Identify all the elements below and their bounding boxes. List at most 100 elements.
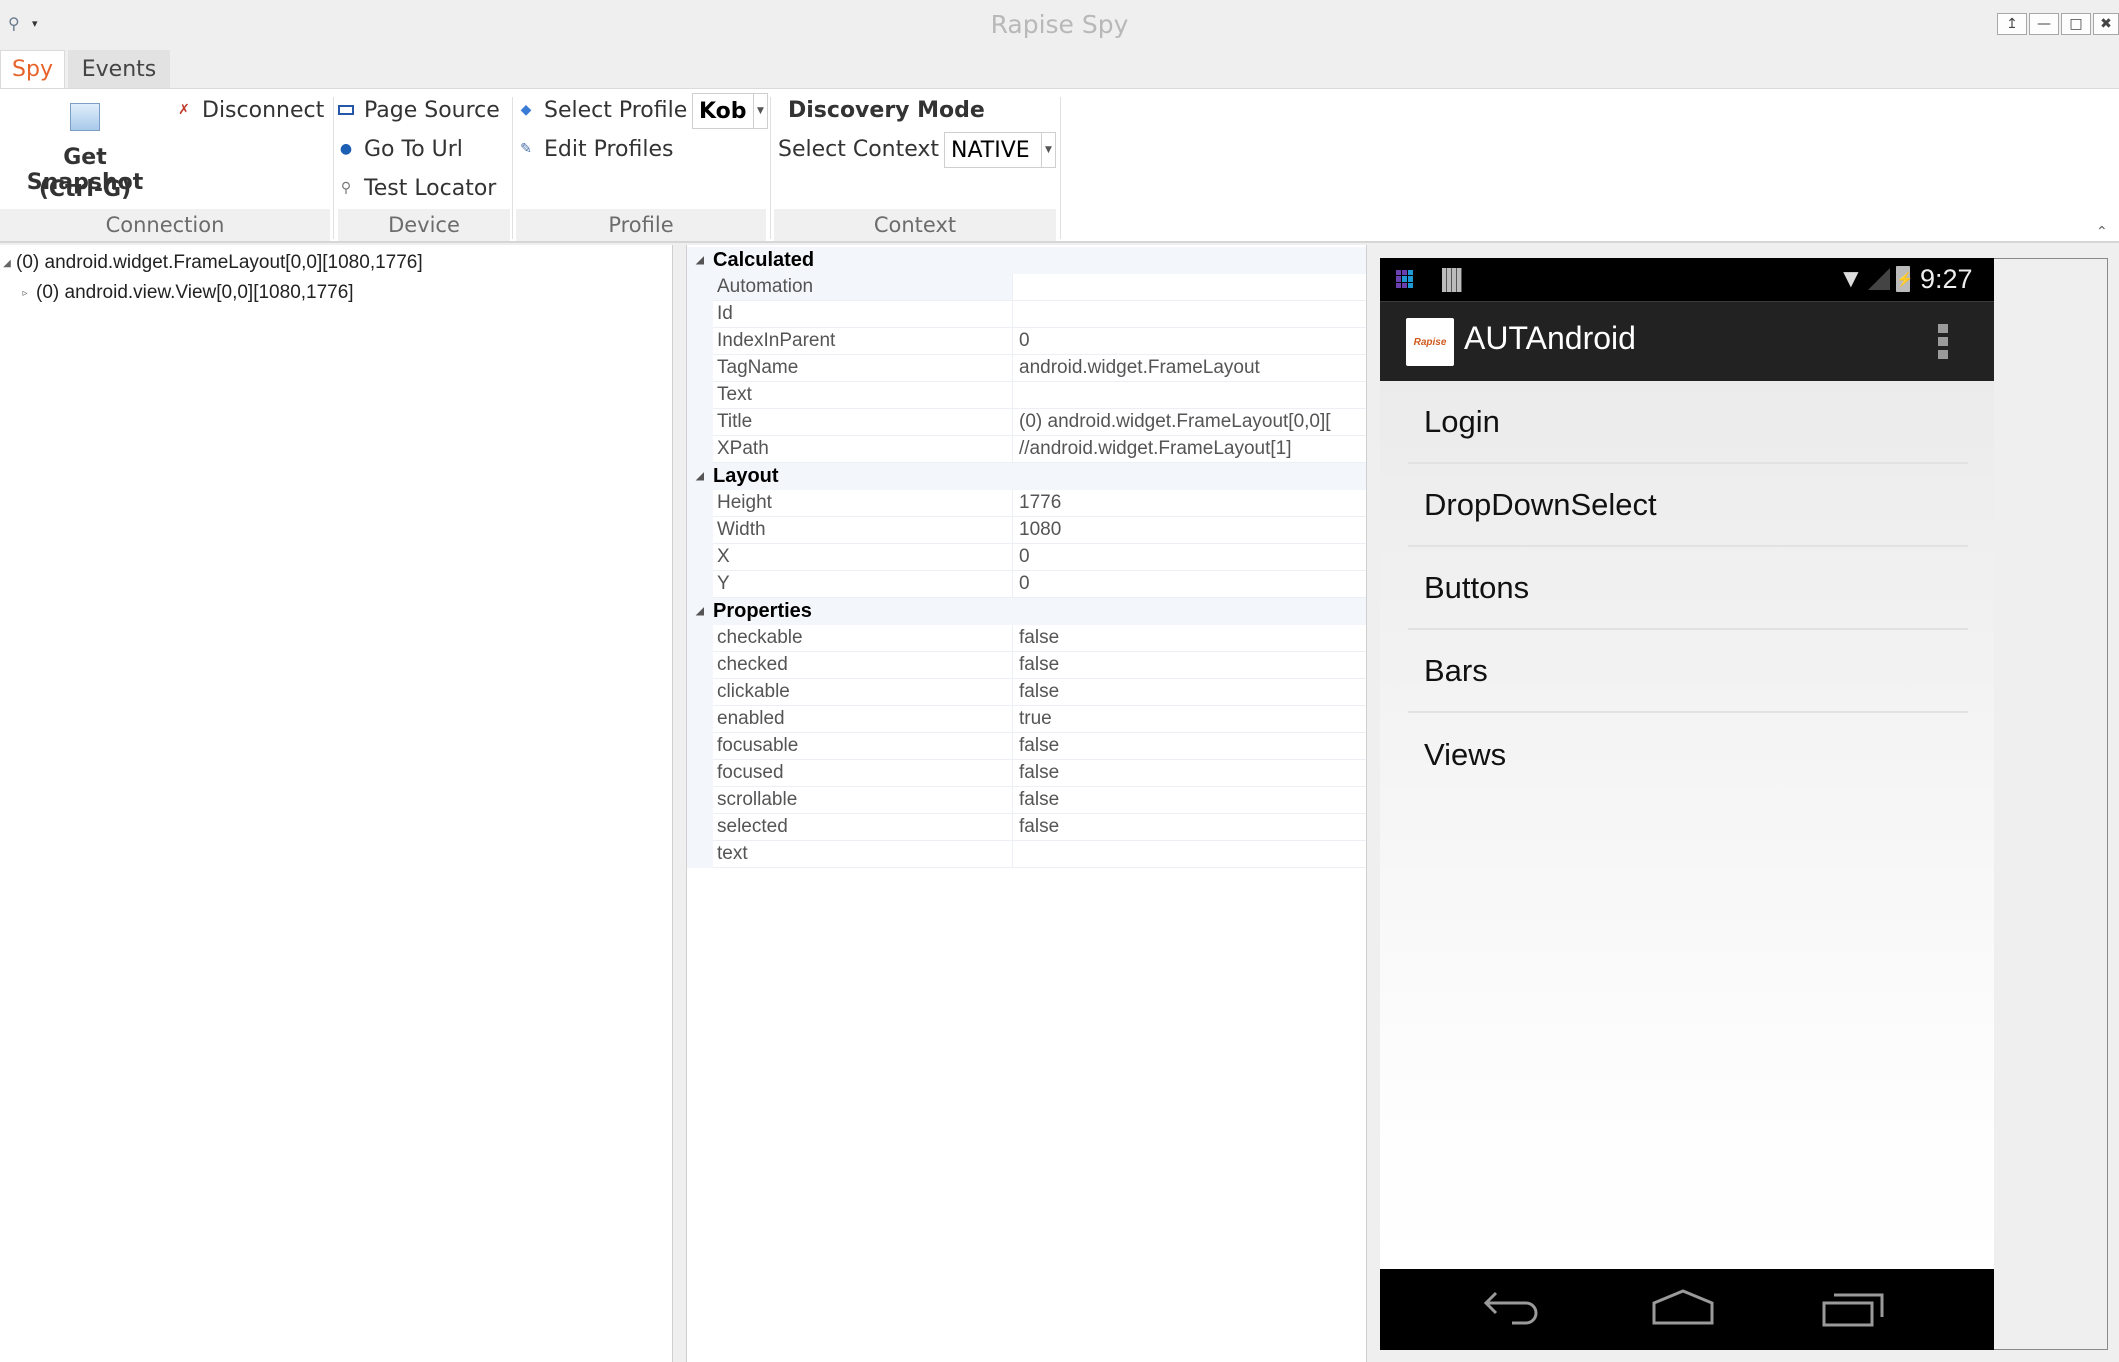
property-name: Automation [713, 274, 1013, 301]
property-value[interactable]: 0 [1013, 544, 1366, 571]
list-item-dropdownselect[interactable]: DropDownSelect [1408, 464, 1968, 547]
profile-dropdown[interactable]: Kob ▼ [692, 93, 768, 129]
home-icon[interactable] [1648, 1289, 1718, 1329]
property-row[interactable]: scrollable false [687, 787, 1366, 814]
row-gutter [687, 679, 713, 706]
property-row[interactable]: IndexInParent 0 [687, 328, 1366, 355]
property-value[interactable]: 1080 [1013, 517, 1366, 544]
row-gutter [687, 625, 713, 652]
minimize-button[interactable]: — [2029, 13, 2059, 35]
property-value[interactable]: false [1013, 733, 1366, 760]
property-row[interactable]: Height 1776 [687, 490, 1366, 517]
tab-events[interactable]: Events [68, 50, 170, 88]
property-value[interactable] [1013, 841, 1366, 868]
go-to-url-button[interactable]: ● Go To Url [338, 134, 463, 164]
property-name: focusable [713, 733, 1013, 760]
property-value[interactable]: 0 [1013, 328, 1366, 355]
property-name: checkable [713, 625, 1013, 652]
group-label-profile: Profile [516, 209, 766, 241]
tab-spy[interactable]: Spy [0, 50, 65, 88]
property-value[interactable]: false [1013, 787, 1366, 814]
property-value[interactable]: 0 [1013, 571, 1366, 598]
element-tree[interactable]: ◢ (0) android.widget.FrameLayout[0,0][10… [0, 245, 673, 1362]
maximize-button[interactable]: □ [2061, 13, 2091, 35]
property-value[interactable]: android.widget.FrameLayout [1013, 355, 1366, 382]
tree-node[interactable]: ◢ (0) android.widget.FrameLayout[0,0][10… [0, 248, 672, 278]
list-item-views[interactable]: Views [1408, 713, 1968, 796]
property-row[interactable]: Text [687, 382, 1366, 409]
collapse-ribbon-icon[interactable]: ⌃ [2096, 224, 2108, 240]
get-snapshot-button[interactable]: Get Snapshot (Ctrl-G) [10, 95, 160, 205]
property-row[interactable]: text [687, 841, 1366, 868]
property-row[interactable]: Automation [687, 274, 1366, 301]
expand-icon[interactable]: ▹ [18, 288, 32, 299]
property-row[interactable]: checkable false [687, 625, 1366, 652]
page-source-button[interactable]: Page Source [338, 95, 500, 125]
property-row[interactable]: enabled true [687, 706, 1366, 733]
profile-icon: ◆ [520, 102, 532, 118]
test-locator-label: Test Locator [364, 175, 497, 201]
category-layout[interactable]: ◢ Layout [687, 463, 1366, 490]
property-value[interactable] [1013, 301, 1366, 328]
app-title: Rapise Spy [990, 10, 1129, 39]
back-icon[interactable] [1480, 1289, 1550, 1329]
close-button[interactable]: ✖ [2093, 13, 2119, 35]
list-item-buttons[interactable]: Buttons [1408, 547, 1968, 630]
property-value[interactable]: (0) android.widget.FrameLayout[0,0][ [1013, 409, 1366, 436]
row-gutter [687, 436, 713, 463]
property-value[interactable]: false [1013, 760, 1366, 787]
device-screen[interactable]: ▼ ⚡ 9:27 Rapise AUTAndroid Login DropDow… [1380, 258, 1994, 1350]
property-row[interactable]: Title (0) android.widget.FrameLayout[0,0]… [687, 409, 1366, 436]
edit-profiles-button[interactable]: ✎ Edit Profiles [518, 134, 673, 164]
collapse-icon[interactable]: ◢ [687, 255, 713, 266]
collapse-icon[interactable]: ◢ [687, 606, 713, 617]
property-value[interactable]: false [1013, 679, 1366, 706]
context-value: NATIVE [951, 137, 1030, 163]
list-item-bars[interactable]: Bars [1408, 630, 1968, 713]
property-value[interactable] [1013, 382, 1366, 409]
test-locator-button[interactable]: ⚲ Test Locator [338, 173, 497, 203]
edit-profiles-label: Edit Profiles [544, 136, 674, 162]
select-profile-button[interactable]: ◆ Select Profile [518, 95, 688, 125]
property-row[interactable]: Width 1080 [687, 517, 1366, 544]
property-row[interactable]: selected false [687, 814, 1366, 841]
property-row[interactable]: checked false [687, 652, 1366, 679]
category-properties[interactable]: ◢ Properties [687, 598, 1366, 625]
category-calculated[interactable]: ◢ Calculated [687, 247, 1366, 274]
property-row[interactable]: TagName android.widget.FrameLayout [687, 355, 1366, 382]
collapse-icon[interactable]: ◢ [687, 471, 713, 482]
discovery-mode-button[interactable]: Discovery Mode [788, 95, 985, 125]
property-value[interactable]: true [1013, 706, 1366, 733]
property-value[interactable]: false [1013, 814, 1366, 841]
property-name: checked [713, 652, 1013, 679]
overflow-menu-icon[interactable] [1938, 324, 1948, 363]
property-row[interactable]: Y0 [687, 571, 1366, 598]
collapse-icon[interactable]: ◢ [0, 258, 14, 269]
property-value[interactable]: //android.widget.FrameLayout[1] [1013, 436, 1366, 463]
property-value[interactable]: false [1013, 652, 1366, 679]
property-grid: ◢ Calculated Automation Id IndexInParent 0 Tag… [687, 245, 1367, 1362]
property-value[interactable]: false [1013, 625, 1366, 652]
property-row[interactable]: XPath//android.widget.FrameLayout[1] [687, 436, 1366, 463]
profile-value: Kob [699, 98, 747, 124]
select-context-label: Select Context [778, 136, 940, 162]
property-value[interactable] [1013, 274, 1366, 301]
disconnect-button[interactable]: ✗ Disconnect [176, 95, 324, 125]
splitter[interactable] [673, 245, 687, 1362]
restore-ribbon-button[interactable]: ↥ [1997, 13, 2027, 35]
property-value[interactable]: 1776 [1013, 490, 1366, 517]
property-row[interactable]: focused false [687, 760, 1366, 787]
list-item-login[interactable]: Login [1408, 381, 1968, 464]
context-dropdown[interactable]: NATIVE ▼ [944, 132, 1056, 168]
property-row[interactable]: focusable false [687, 733, 1366, 760]
group-label-device: Device [338, 209, 510, 241]
recent-apps-icon[interactable] [1818, 1289, 1888, 1329]
property-name: TagName [713, 355, 1013, 382]
row-gutter [687, 787, 713, 814]
property-row[interactable]: clickable false [687, 679, 1366, 706]
property-row[interactable]: Id [687, 301, 1366, 328]
property-row[interactable]: X0 [687, 544, 1366, 571]
tree-node[interactable]: ▹ (0) android.view.View[0,0][1080,1776] [0, 278, 672, 308]
property-name: text [713, 841, 1013, 868]
property-name: Id [713, 301, 1013, 328]
